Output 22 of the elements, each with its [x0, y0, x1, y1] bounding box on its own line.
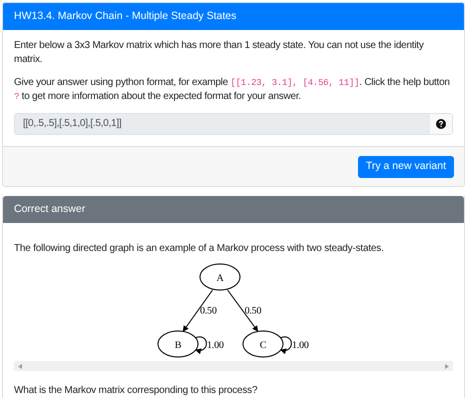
graph-node — [200, 264, 240, 290]
instruction-text: Enter below a 3x3 Markov matrix which has more than 1 steady state. You can not use the identity matrix. — [14, 39, 425, 67]
edge-label: 1.00 — [207, 340, 224, 351]
graph-node — [158, 330, 198, 358]
edge-label: 0.50 — [200, 306, 217, 316]
node-label: B — [174, 340, 182, 351]
scroll-left-icon[interactable] — [18, 364, 22, 368]
question-text: What is the Markov matrix corresponding to this process? — [14, 384, 258, 398]
horizontal-scrollbar[interactable] — [14, 361, 453, 371]
self-loop-arrow — [280, 336, 292, 354]
edge-label: 0.50 — [244, 306, 262, 316]
scroll-right-icon[interactable] — [445, 364, 449, 368]
card-title: HW13.4. Markov Chain - Multiple Steady States — [3, 3, 464, 30]
instruction-text: Give your answer using python format, for example [[1.23, 3.1], [4.56, 11]]. Click the help button ? to get more information about the expected format for your answer. — [14, 76, 451, 104]
node-label: C — [260, 340, 266, 351]
node-label: A — [216, 273, 224, 284]
self-loop-arrow — [194, 336, 207, 354]
card-title: Correct answer — [3, 196, 464, 223]
intro-text: The following directed graph is an example of a Markov process with two steady-states. — [14, 242, 385, 256]
new-variant-button[interactable]: Try a new variant — [358, 156, 454, 178]
edge-label: 1.00 — [292, 340, 309, 351]
graph-node — [242, 330, 284, 358]
